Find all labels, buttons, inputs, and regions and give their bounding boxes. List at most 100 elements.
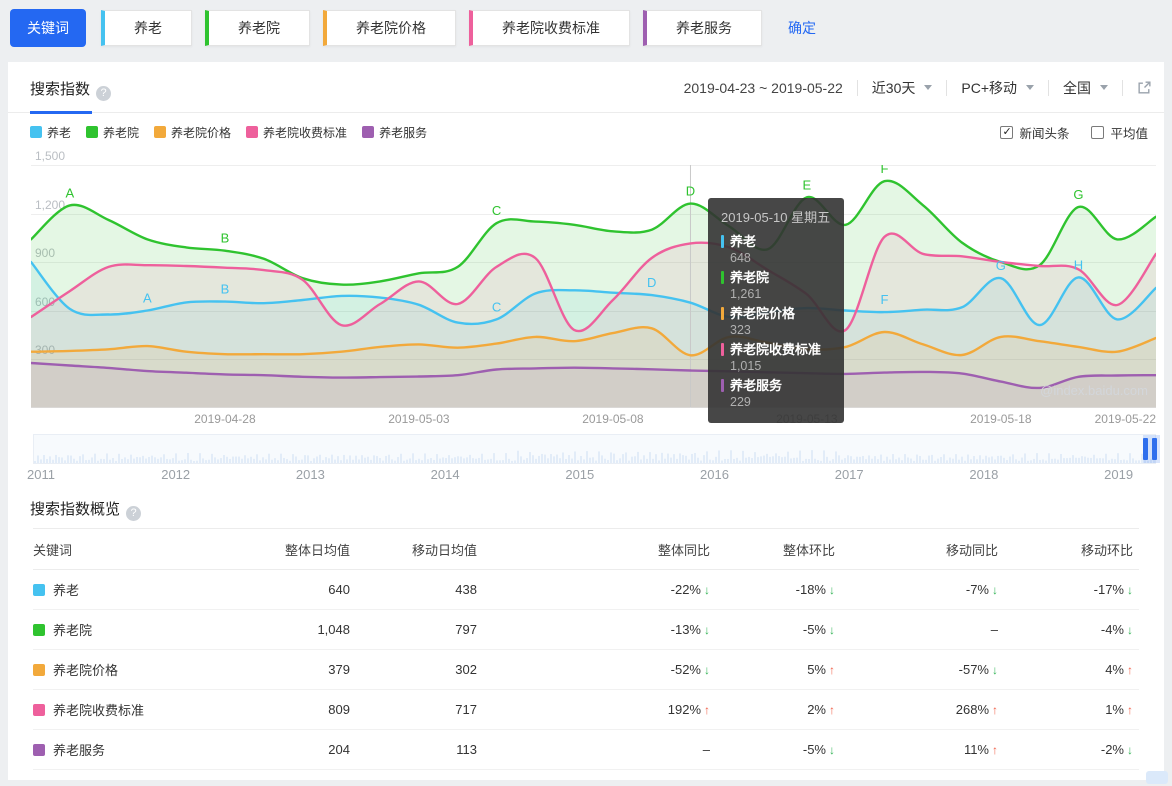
change-value: – <box>702 742 710 757</box>
avg-value-cell: 302 <box>455 662 477 677</box>
keyword-cell: 养老 <box>33 580 233 599</box>
legend-label: 养老 <box>47 125 72 140</box>
time-range-select[interactable]: 近30天 <box>872 78 933 98</box>
tooltip-item: 养老院价格 323 <box>721 305 831 338</box>
trend-chart[interactable]: 1,500 1,200 900 600 300 A B C D E F G A B C D F G H 2019-04… <box>31 149 1156 435</box>
checkbox-news-headlines[interactable]: 新闻头条 <box>1000 123 1069 142</box>
legend-item[interactable]: 养老院价格 <box>154 124 231 141</box>
x-axis-label: 2019-05-18 <box>970 412 1032 426</box>
legend-item[interactable]: 养老 <box>30 124 71 141</box>
change-value: -52% <box>670 662 701 677</box>
table-row[interactable]: 养老院 1,048 797 -13% ↓ -5% ↓ – -4% ↓ <box>33 610 1139 650</box>
legend-label: 养老院收费标准 <box>263 125 348 140</box>
table-row[interactable]: 养老院价格 379 302 -52% ↓ 5% ↑ -57% ↓ 4% ↑ <box>33 650 1139 690</box>
change-value: -2% <box>1100 742 1124 757</box>
svg-text:A: A <box>65 185 74 200</box>
tooltip-series-value: 1,015 <box>730 359 762 373</box>
keyword-chip-5[interactable]: 养老服务 <box>643 10 762 46</box>
overview-title-text: 搜索指数概览 <box>30 501 121 518</box>
legend-swatch <box>362 126 375 138</box>
help-icon[interactable]: ? <box>96 86 112 101</box>
divider <box>1048 79 1049 96</box>
table-row[interactable]: 养老院收费标准 809 717 192% ↑ 2% ↑ 268% ↑ 1% ↑ <box>33 690 1139 730</box>
external-link-icon[interactable] <box>1137 80 1152 95</box>
checkbox-label: 新闻头条 <box>1019 127 1070 141</box>
legend-item[interactable]: 养老院 <box>86 124 139 141</box>
svg-text:E: E <box>803 177 812 192</box>
chevron-down-icon <box>1100 85 1108 90</box>
tooltip-series-swatch <box>721 379 724 392</box>
column-header: 关键词 <box>33 542 73 558</box>
tooltip-series-value: 1,261 <box>730 287 762 301</box>
help-icon[interactable]: ? <box>126 506 142 521</box>
svg-text:D: D <box>686 184 695 199</box>
timeline-scrubber[interactable] <box>33 434 1160 464</box>
tooltip-series-swatch <box>721 271 724 284</box>
change-value: 192% <box>667 702 701 717</box>
x-axis-label: 2019-05-22 <box>1094 412 1156 426</box>
svg-text:H: H <box>1074 257 1083 272</box>
confirm-link[interactable]: 确定 <box>788 18 816 38</box>
keyword-cell: 养老院价格 <box>33 660 233 679</box>
tooltip-series-swatch <box>721 343 724 356</box>
change-value: -22% <box>670 582 701 597</box>
timeline-year-label: 2018 <box>969 467 999 482</box>
legend-item[interactable]: 养老服务 <box>362 124 427 141</box>
avg-value-cell: 809 <box>328 702 350 717</box>
keyword-chip-1[interactable]: 养老 <box>101 10 192 46</box>
keyword-name: 养老 <box>53 583 80 598</box>
svg-text:G: G <box>996 258 1006 273</box>
date-range[interactable]: 2019-04-23 ~ 2019-05-22 <box>684 80 843 96</box>
chart-svg: A B C D E F G A B C D F G H <box>31 165 1156 408</box>
change-cell: -5% ↓ <box>710 742 835 757</box>
change-cell: -22% ↓ <box>477 582 710 597</box>
search-index-card: 搜索指数? 2019-04-23 ~ 2019-05-22 近30天 PC+移动… <box>8 62 1164 780</box>
avg-value-cell: 1,048 <box>317 622 350 637</box>
arrow-down-icon: ↓ <box>1127 623 1133 637</box>
timeline-year-label: 2019 <box>1104 467 1134 482</box>
change-cell: – <box>477 742 710 757</box>
tab-search-index[interactable]: 搜索指数? <box>30 78 112 101</box>
keyword-chip-4[interactable]: 养老院收费标准 <box>469 10 630 46</box>
change-cell: -7% ↓ <box>835 582 998 597</box>
table-body: 养老 640 438 -22% ↓ -18% ↓ -7% ↓ -17% ↓ 养老院 1,048 797 -1… <box>33 570 1139 770</box>
region-select[interactable]: 全国 <box>1063 78 1108 98</box>
change-cell: -18% ↓ <box>710 582 835 597</box>
change-value: -18% <box>795 582 826 597</box>
change-cell: -17% ↓ <box>998 582 1133 597</box>
table-row[interactable]: 养老 640 438 -22% ↓ -18% ↓ -7% ↓ -17% ↓ <box>33 570 1139 610</box>
change-cell: 2% ↑ <box>710 702 835 717</box>
change-cell: -4% ↓ <box>998 622 1133 637</box>
keyword-chip-3[interactable]: 养老院价格 <box>323 10 456 46</box>
avg-value-cell: 438 <box>455 582 477 597</box>
timeline-sparkline <box>34 450 1155 463</box>
floating-widget[interactable] <box>1146 771 1168 784</box>
scrubber-handle-right[interactable] <box>1152 438 1157 460</box>
divider <box>1122 79 1123 96</box>
baidu-index-page: 关键词 养老 养老院 养老院价格 养老院收费标准 养老服务 确定 搜索指数? 2019-… <box>0 0 1172 786</box>
change-value: -17% <box>1093 582 1124 597</box>
keyword-swatch <box>33 743 45 756</box>
overview-table: 关键词 整体日均值 移动日均值 整体同比 整体环比 移动同比 移动环比 养老 640 438 -2… <box>33 528 1139 770</box>
tooltip-series-name: 养老院价格 <box>730 306 796 321</box>
table-row[interactable]: 养老服务 204 113– -5% ↓ 11% ↑ -2% ↓ <box>33 730 1139 770</box>
tooltip-series-swatch <box>721 235 724 248</box>
column-header: 整体日均值 <box>284 542 350 558</box>
column-header: 移动同比 <box>945 542 998 558</box>
chart-tooltip: 2019-05-10 星期五 养老 648 养老院 1,261 养老院价格 323 养老院收… <box>708 198 844 423</box>
legend-swatch <box>246 126 259 138</box>
checkbox-average[interactable]: 平均值 <box>1091 123 1148 142</box>
change-cell: 11% ↑ <box>835 742 998 757</box>
keyword-chip-2[interactable]: 养老院 <box>205 10 310 46</box>
tooltip-items: 养老 648 养老院 1,261 养老院价格 323 养老院收费标准 1,015 养老服务 229 <box>721 233 831 410</box>
keywords-button[interactable]: 关键词 <box>10 9 86 47</box>
svg-text:C: C <box>492 203 501 218</box>
keyword-name: 养老院 <box>53 623 93 638</box>
legend-item[interactable]: 养老院收费标准 <box>246 124 347 141</box>
arrow-up-icon: ↑ <box>1127 703 1133 717</box>
change-cell: -13% ↓ <box>477 622 710 637</box>
device-select[interactable]: PC+移动 <box>961 78 1034 98</box>
keyword-chip-label: 养老院收费标准 <box>502 20 600 36</box>
scrubber-handle-left[interactable] <box>1143 438 1148 460</box>
change-cell: 192% ↑ <box>477 702 710 717</box>
